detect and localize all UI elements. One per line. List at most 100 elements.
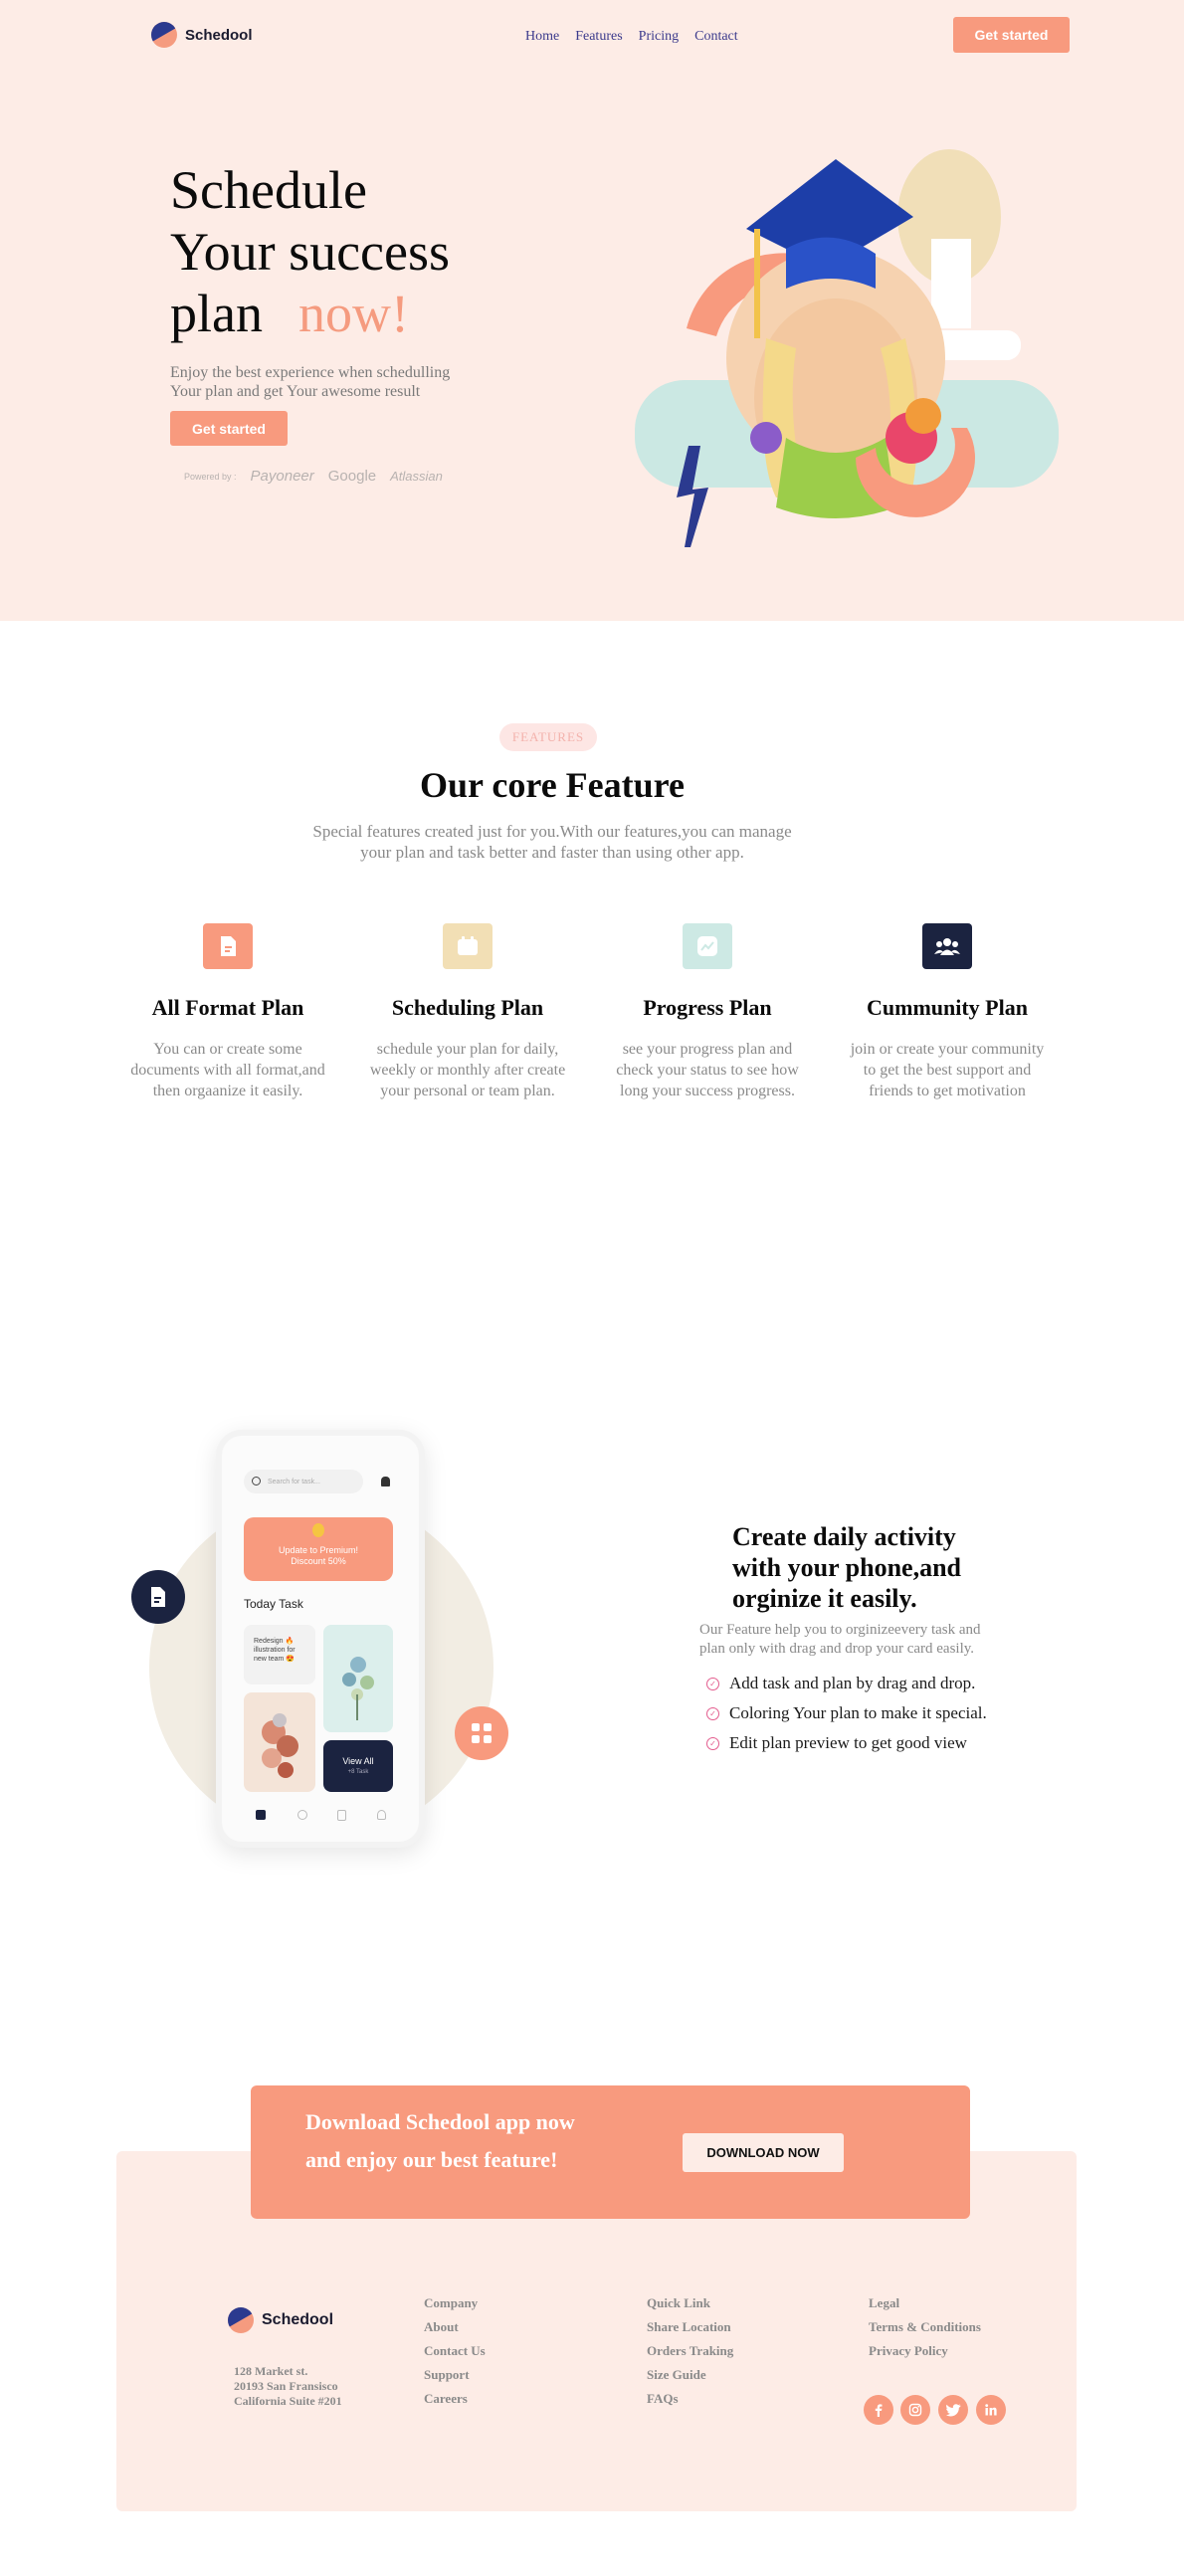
footer-link-share-location[interactable]: Share Location [647, 2319, 733, 2343]
hero-title-accent: now! [297, 284, 409, 343]
phone-search-placeholder: Search for task... [268, 1478, 320, 1486]
check-icon: ✓ [706, 1677, 719, 1690]
activity-title: Create daily activity with your phone,an… [732, 1521, 961, 1614]
feature-text: You can or create some documents with al… [113, 1039, 342, 1101]
bell-icon[interactable] [381, 1477, 390, 1486]
phone-task-card[interactable]: Redesign 🔥 illustration for new team 😍 [244, 1625, 315, 1684]
nav-pricing[interactable]: Pricing [639, 29, 679, 44]
feature-card-community[interactable]: Cummunity Plan join or create your commu… [833, 923, 1062, 1101]
footer-link-terms[interactable]: Terms & Conditions [869, 2319, 981, 2343]
footer-link-about[interactable]: About [424, 2319, 486, 2343]
feature-title: All Format Plan [151, 995, 304, 1020]
hero-title-line1: Schedule [170, 160, 367, 220]
address-line3: California Suite #201 [234, 2394, 342, 2408]
plant-illustration [342, 1657, 374, 1720]
check-text: Coloring Your plan to make it special. [729, 1703, 987, 1722]
feature-card-progress[interactable]: Progress Plan see your progress plan and… [593, 923, 822, 1101]
feature-card-scheduling[interactable]: Scheduling Plan schedule your plan for d… [353, 923, 582, 1101]
profile-tab-icon[interactable] [377, 1810, 386, 1820]
feature-text-line: check your status to see how [616, 1062, 799, 1079]
feature-text-line: to get the best support and [863, 1062, 1032, 1079]
feature-text-line: then orgaanize it easily. [152, 1083, 303, 1099]
footer-link-size-guide[interactable]: Size Guide [647, 2367, 733, 2391]
nav-features[interactable]: Features [575, 29, 622, 44]
feature-text-line: your personal or team plan. [380, 1083, 555, 1099]
features-lead: Special features created just for you.Wi… [0, 821, 1104, 863]
logo-text: Schedool [185, 26, 253, 44]
home-tab-icon[interactable] [256, 1810, 266, 1820]
clock-tab-icon[interactable] [297, 1810, 307, 1820]
phone-today-task: Today Task [244, 1597, 303, 1611]
feature-text: see your progress plan and check your st… [593, 1039, 822, 1101]
activity-checklist: ✓ Add task and plan by drag and drop. ✓ Co… [706, 1669, 987, 1758]
feature-text-line: documents with all format,and [130, 1062, 325, 1079]
hero-title-line3: plan [170, 284, 263, 343]
phone-plant-card[interactable] [323, 1625, 393, 1732]
features-title: Our core Feature [420, 765, 685, 805]
footer-link-privacy[interactable]: Privacy Policy [869, 2343, 981, 2367]
check-item: ✓ Coloring Your plan to make it special. [706, 1698, 987, 1728]
feature-text-line: weekly or monthly after create [369, 1062, 566, 1079]
view-all-label: View All [342, 1756, 374, 1766]
footer-link-careers[interactable]: Careers [424, 2391, 486, 2415]
powered-by-label: Powered by : [184, 471, 237, 482]
hero-illustration [635, 149, 1059, 547]
footer-link-support[interactable]: Support [424, 2367, 486, 2391]
features-pill: FEATURES [499, 723, 597, 751]
doc-tab-icon[interactable] [337, 1810, 346, 1821]
feature-title: Scheduling Plan [391, 995, 544, 1020]
phone-view-all-button[interactable]: View All +8 Task [323, 1740, 393, 1792]
twitter-icon[interactable] [938, 2395, 968, 2425]
phone-mockup: Search for task... Update to Premium! Di… [216, 1430, 425, 1848]
promo-line1: Update to Premium! [278, 1545, 359, 1555]
facebook-icon[interactable] [864, 2395, 893, 2425]
footer-address: 128 Market st. 20193 San Fransisco Calif… [234, 2364, 342, 2409]
balloons-illustration [262, 1713, 298, 1778]
task-card-text: Redesign 🔥 illustration for new team 😍 [254, 1638, 296, 1663]
feature-text-line: schedule your plan for daily, [376, 1041, 559, 1058]
tassel [754, 229, 760, 338]
download-banner: Download Schedool app now and enjoy our … [251, 2085, 970, 2219]
activity-title-line3: orginize it easily. [732, 1584, 917, 1613]
footer-link-faqs[interactable]: FAQs [647, 2391, 733, 2415]
footer-link-contact[interactable]: Contact Us [424, 2343, 486, 2367]
hero-subtitle-line1: Enjoy the best experience when schedulli… [170, 364, 451, 381]
nav-home[interactable]: Home [525, 29, 559, 44]
feature-text-line: see your progress plan and [622, 1041, 793, 1058]
footer-logo-text: Schedool [262, 2311, 334, 2328]
header-get-started-button[interactable]: Get started [953, 17, 1070, 53]
check-icon: ✓ [706, 1706, 719, 1720]
footer-quick-column: Quick Link Share Location Orders Traking… [647, 2295, 733, 2415]
nav-contact[interactable]: Contact [694, 29, 738, 44]
search-icon [252, 1477, 261, 1486]
cta-line2: and enjoy our best feature! [305, 2147, 558, 2172]
view-all-sub: +8 Task [347, 1769, 369, 1775]
hero-get-started-button[interactable]: Get started [170, 411, 288, 446]
feature-text: join or create your community to get the… [833, 1039, 1062, 1101]
activity-title-line2: with your phone,and [732, 1553, 961, 1582]
phone-balloons-card[interactable] [244, 1692, 315, 1792]
download-now-button[interactable]: DOWNLOAD NOW [683, 2133, 844, 2172]
logo[interactable]: Schedool [151, 22, 253, 48]
phone-search-input[interactable]: Search for task... [244, 1470, 363, 1493]
footer-logo[interactable]: Schedool [228, 2307, 333, 2333]
main-nav: Home Features Pricing Contact [519, 27, 744, 45]
hero-title-line2: Your success [170, 222, 451, 282]
hero-subtitle: Enjoy the best experience when schedulli… [170, 363, 450, 401]
activity-subtitle: Our Feature help you to orginizeevery ta… [699, 1621, 981, 1659]
floating-document-icon [131, 1570, 185, 1624]
check-icon: ✓ [706, 1736, 719, 1750]
linkedin-icon[interactable] [976, 2395, 1006, 2425]
feature-card-format[interactable]: All Format Plan You can or create some d… [113, 923, 342, 1101]
lei-purple [750, 422, 782, 454]
footer-heading-company: Company [424, 2295, 479, 2310]
check-item: ✓ Edit plan preview to get good view [706, 1728, 987, 1758]
brand-google: Google [327, 468, 377, 485]
lightbulb-icon [312, 1523, 324, 1537]
instagram-icon[interactable] [900, 2395, 930, 2425]
footer-heading-legal: Legal [869, 2295, 900, 2310]
cta-line1: Download Schedool app now [305, 2109, 575, 2134]
floating-grid-icon [455, 1706, 508, 1760]
footer-link-orders[interactable]: Orders Traking [647, 2343, 733, 2367]
feature-title: Progress Plan [643, 995, 772, 1020]
